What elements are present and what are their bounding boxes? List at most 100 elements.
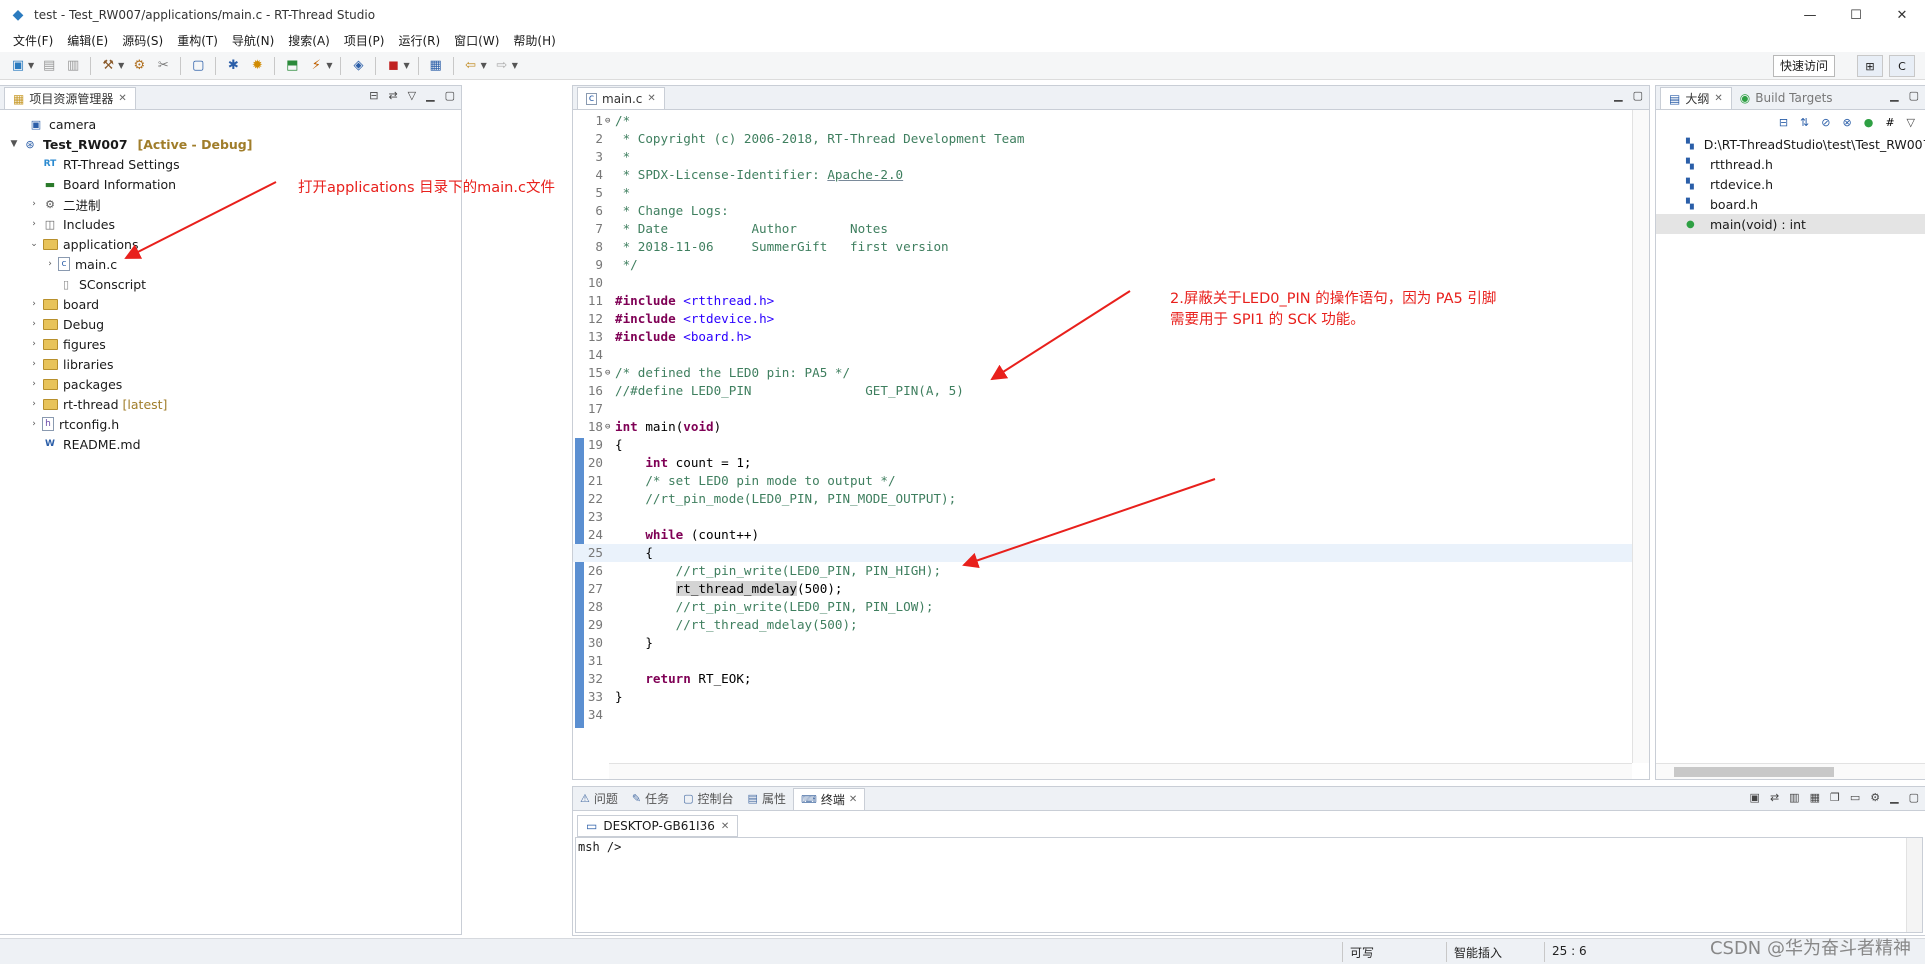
- code-line[interactable]: 27 rt_thread_mdelay(500);: [573, 580, 1632, 598]
- minimize-button[interactable]: —: [1787, 0, 1833, 30]
- tab-project-explorer[interactable]: ▦ 项目资源管理器 ✕: [4, 87, 136, 109]
- menu-source[interactable]: 源码(S): [115, 32, 170, 49]
- menu-file[interactable]: 文件(F): [6, 32, 60, 49]
- code-line[interactable]: 4 * SPDX-License-Identifier: Apache-2.0: [573, 166, 1632, 184]
- chevron-down-icon[interactable]: ▼: [28, 61, 34, 70]
- tree-item-main-c[interactable]: › c main.c: [0, 254, 461, 274]
- chip-icon[interactable]: ✱: [223, 56, 243, 76]
- menu-run[interactable]: 运行(R): [391, 32, 447, 49]
- code-line[interactable]: 24 while (count++): [573, 526, 1632, 544]
- outline-item[interactable]: ▚ D:\RT-ThreadStudio\test\Test_RW007: [1656, 134, 1925, 154]
- clean-icon[interactable]: ✂: [153, 56, 173, 76]
- tree-item-rt-thread-settings[interactable]: RT RT-Thread Settings: [0, 154, 461, 174]
- minimize-view-icon[interactable]: ▁: [426, 89, 434, 102]
- tree-item-sconscript[interactable]: ▯ SConscript: [0, 274, 461, 294]
- maximize-view-icon[interactable]: ▢: [1909, 791, 1919, 804]
- code-line[interactable]: 17: [573, 400, 1632, 418]
- quick-access-field[interactable]: 快速访问: [1772, 55, 1835, 77]
- chevron-right-icon[interactable]: ›: [28, 219, 40, 229]
- terminal-output[interactable]: msh />: [575, 837, 1923, 933]
- code-line[interactable]: 32 return RT_EOK;: [573, 670, 1632, 688]
- download-icon[interactable]: ⬒: [282, 56, 302, 76]
- chevron-right-icon[interactable]: ›: [28, 339, 40, 349]
- view-menu-icon[interactable]: ▽: [1907, 116, 1915, 129]
- save-icon[interactable]: ▤: [39, 56, 59, 76]
- code-line[interactable]: 14: [573, 346, 1632, 364]
- tree-item-packages[interactable]: › packages: [0, 374, 461, 394]
- code-line[interactable]: 1 ⊖/*: [573, 112, 1632, 130]
- fold-toggle-icon[interactable]: ⊖: [605, 364, 613, 382]
- outline-horizontal-scrollbar[interactable]: [1656, 763, 1925, 779]
- maximize-view-icon[interactable]: ▢: [1909, 89, 1919, 102]
- stop-icon[interactable]: ◼: [383, 56, 403, 76]
- toggle-command-icon[interactable]: ⇄: [1770, 791, 1779, 804]
- close-icon[interactable]: ✕: [721, 821, 729, 832]
- code-line[interactable]: 26 //rt_pin_write(LED0_PIN, PIN_HIGH);: [573, 562, 1632, 580]
- code-line[interactable]: 8 * 2018-11-06 SummerGift first version: [573, 238, 1632, 256]
- code-line[interactable]: 25 {: [573, 544, 1632, 562]
- tree-item-readme-md[interactable]: W README.md: [0, 434, 461, 454]
- code-editor[interactable]: 1 ⊖/* 2 * Copyright (c) 2006-2018, RT-Thre…: [573, 110, 1649, 779]
- tab-outline[interactable]: ▤ 大纲 ✕: [1660, 87, 1732, 109]
- terminal-scrollbar[interactable]: [1906, 838, 1922, 932]
- code-line[interactable]: 5 *: [573, 184, 1632, 202]
- maximize-view-icon[interactable]: ▢: [445, 89, 455, 102]
- chevron-down-icon[interactable]: ▼: [118, 61, 124, 70]
- tab-properties[interactable]: ▤ 属性: [741, 788, 793, 810]
- minimize-view-icon[interactable]: ▁: [1614, 89, 1622, 102]
- collapse-all-icon[interactable]: ⊟: [1779, 116, 1788, 129]
- code-line[interactable]: 21 /* set LED0 pin mode to output */: [573, 472, 1632, 490]
- chevron-right-icon[interactable]: ›: [28, 319, 40, 329]
- fold-toggle-icon[interactable]: ⊖: [605, 112, 613, 130]
- scrollbar-thumb[interactable]: [1674, 767, 1834, 777]
- code-line[interactable]: 22 //rt_pin_mode(LED0_PIN, PIN_MODE_OUTP…: [573, 490, 1632, 508]
- minimize-view-icon[interactable]: ▁: [1890, 791, 1898, 804]
- chevron-down-icon[interactable]: ▼: [403, 61, 409, 70]
- tab-problems[interactable]: ⚠ 问题: [573, 788, 625, 810]
- menu-edit[interactable]: 编辑(E): [60, 32, 115, 49]
- code-line[interactable]: 28 //rt_pin_write(LED0_PIN, PIN_LOW);: [573, 598, 1632, 616]
- code-line[interactable]: 16 //#define LED0_PIN GET_PIN(A, 5): [573, 382, 1632, 400]
- rebuild-icon[interactable]: ⚙: [129, 56, 149, 76]
- code-line[interactable]: 15 ⊖/* defined the LED0 pin: PA5 */: [573, 364, 1632, 382]
- tree-item-applications[interactable]: ⌄ applications: [0, 234, 461, 254]
- chevron-down-icon[interactable]: ⌄: [28, 239, 40, 249]
- settings-icon[interactable]: ⚙: [1870, 791, 1880, 804]
- new-icon[interactable]: ▣: [8, 56, 28, 76]
- terminal-icon[interactable]: ▢: [188, 56, 208, 76]
- tab-terminal[interactable]: ⌨ 终端 ✕: [792, 787, 866, 810]
- sort-icon[interactable]: ⇅: [1800, 116, 1809, 129]
- code-line[interactable]: 34: [573, 706, 1632, 724]
- chevron-right-icon[interactable]: ›: [28, 379, 40, 389]
- chevron-down-icon[interactable]: ▼: [326, 61, 332, 70]
- menu-search[interactable]: 搜索(A): [281, 32, 337, 49]
- outline-item[interactable]: ▚ board.h: [1656, 194, 1925, 214]
- hide-macros-icon[interactable]: #: [1885, 116, 1894, 129]
- copy-icon[interactable]: ❐: [1830, 791, 1840, 804]
- scroll-lock-icon[interactable]: ▥: [1789, 791, 1799, 804]
- code-line[interactable]: 9 */: [573, 256, 1632, 274]
- tree-item-board[interactable]: › board: [0, 294, 461, 314]
- link-editor-icon[interactable]: ⇄: [388, 89, 397, 102]
- close-icon[interactable]: ✕: [118, 93, 126, 104]
- tree-item-rtconfig-h[interactable]: › h rtconfig.h: [0, 414, 461, 434]
- chevron-down-icon[interactable]: ▼: [512, 61, 518, 70]
- code-line[interactable]: 20 int count = 1;: [573, 454, 1632, 472]
- menu-navigate[interactable]: 导航(N): [225, 32, 281, 49]
- code-line[interactable]: 23: [573, 508, 1632, 526]
- terminal-session-tab[interactable]: ▭ DESKTOP-GB61I36 ✕: [577, 815, 739, 837]
- chevron-right-icon[interactable]: ›: [28, 199, 40, 209]
- chevron-right-icon[interactable]: ›: [28, 419, 40, 429]
- chevron-down-icon[interactable]: ▼: [481, 61, 487, 70]
- code-line[interactable]: 33}: [573, 688, 1632, 706]
- hide-nonpublic-icon[interactable]: ●: [1864, 116, 1874, 129]
- debug-bug-icon[interactable]: ✹: [247, 56, 267, 76]
- tree-item-camera[interactable]: ▣ camera: [0, 114, 461, 134]
- code-line[interactable]: 18 ⊖ int main(void): [573, 418, 1632, 436]
- outline-item-selected[interactable]: ● main(void) : int: [1656, 214, 1925, 234]
- code-line[interactable]: 31: [573, 652, 1632, 670]
- code-line[interactable]: 6 * Change Logs:: [573, 202, 1632, 220]
- menu-refactor[interactable]: 重构(T): [170, 32, 225, 49]
- save-all-icon[interactable]: ▥: [63, 56, 83, 76]
- pin-icon[interactable]: ▦: [1810, 791, 1820, 804]
